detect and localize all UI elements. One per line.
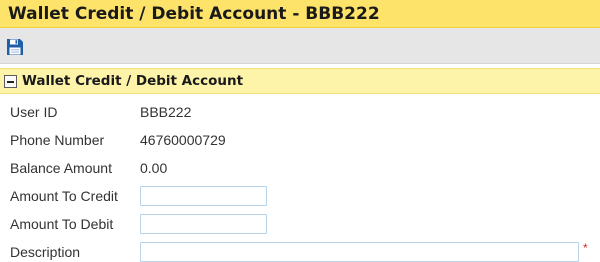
balance-amount-value: 0.00 [140,160,168,176]
collapse-icon[interactable] [4,75,17,88]
amount-to-credit-input[interactable] [140,186,267,206]
amount-to-credit-label: Amount To Credit [10,188,118,204]
user-id-row: User ID BBB222 [0,98,600,126]
balance-amount-label: Balance Amount [10,160,112,176]
description-label: Description [10,244,81,260]
toolbar [0,28,600,64]
user-id-label: User ID [10,104,58,120]
floppy-disk-icon [7,39,23,55]
user-id-value: BBB222 [140,104,192,120]
amount-to-debit-row: Amount To Debit [0,210,600,238]
section-header: Wallet Credit / Debit Account [0,68,600,94]
amount-to-credit-row: Amount To Credit [0,182,600,210]
amount-to-debit-label: Amount To Debit [10,216,114,232]
description-input[interactable] [140,242,579,262]
section-title: Wallet Credit / Debit Account [22,73,244,89]
phone-number-value: 46760000729 [140,132,226,148]
window-title: Wallet Credit / Debit Account - BBB222 [0,0,600,28]
phone-number-label: Phone Number [10,132,105,148]
description-row: Description * [0,238,600,262]
required-marker: * [583,241,588,255]
balance-amount-row: Balance Amount 0.00 [0,154,600,182]
amount-to-debit-input[interactable] [140,214,267,234]
save-button[interactable] [5,37,25,57]
phone-number-row: Phone Number 46760000729 [0,126,600,154]
